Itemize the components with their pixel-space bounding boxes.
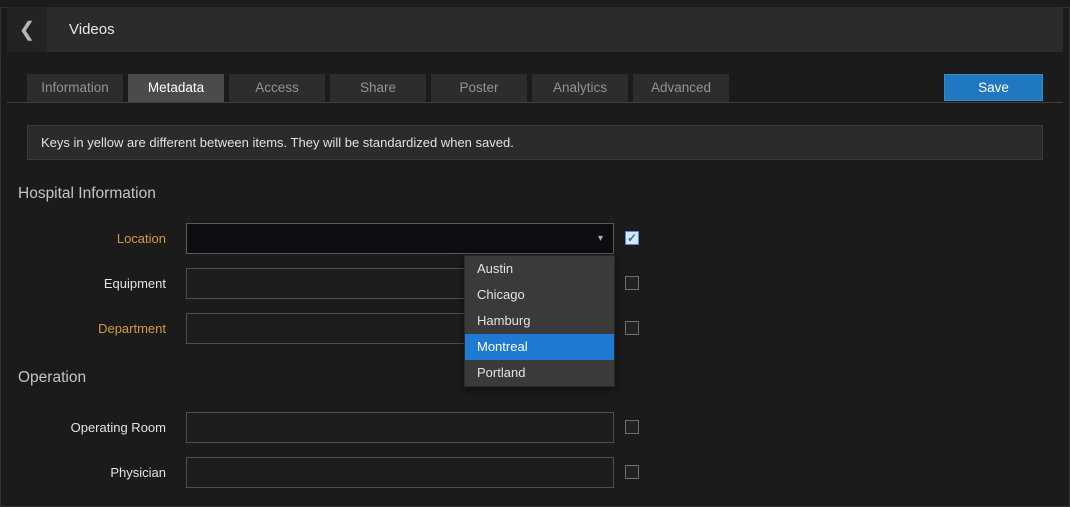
operation-form: Operating Room Physician bbox=[0, 411, 1070, 488]
hospital-information-form: Location ▾ ✓ Austin Chicago Hamburg Mont… bbox=[0, 222, 1070, 344]
tab-information[interactable]: Information bbox=[27, 74, 123, 102]
tab-share[interactable]: Share bbox=[330, 74, 426, 102]
equipment-label: Equipment bbox=[0, 276, 166, 291]
operating-room-checkbox[interactable] bbox=[625, 420, 639, 434]
field-row-location: Location ▾ ✓ Austin Chicago Hamburg Mont… bbox=[0, 222, 1070, 254]
save-button[interactable]: Save bbox=[944, 74, 1043, 101]
back-button[interactable]: ❮ bbox=[7, 7, 47, 52]
tab-analytics[interactable]: Analytics bbox=[532, 74, 628, 102]
operating-room-label: Operating Room bbox=[0, 420, 166, 435]
equipment-checkbox[interactable] bbox=[625, 276, 639, 290]
tab-poster[interactable]: Poster bbox=[431, 74, 527, 102]
page-title: Videos bbox=[69, 21, 115, 38]
dropdown-option-portland[interactable]: Portland bbox=[465, 360, 614, 386]
tab-access[interactable]: Access bbox=[229, 74, 325, 102]
dropdown-option-hamburg[interactable]: Hamburg bbox=[465, 308, 614, 334]
field-row-physician: Physician bbox=[0, 456, 1070, 488]
location-dropdown-menu: Austin Chicago Hamburg Montreal Portland bbox=[464, 255, 615, 387]
operating-room-input[interactable] bbox=[186, 412, 614, 443]
dropdown-option-montreal[interactable]: Montreal bbox=[465, 334, 614, 360]
header: ❮ Videos bbox=[7, 7, 1063, 52]
tab-advanced[interactable]: Advanced bbox=[633, 74, 729, 102]
location-select[interactable]: ▾ bbox=[186, 223, 614, 254]
tab-metadata[interactable]: Metadata bbox=[128, 74, 224, 102]
department-checkbox[interactable] bbox=[625, 321, 639, 335]
physician-label: Physician bbox=[0, 465, 166, 480]
dropdown-option-austin[interactable]: Austin bbox=[465, 256, 614, 282]
notice-banner: Keys in yellow are different between ite… bbox=[27, 125, 1043, 160]
caret-down-icon: ▾ bbox=[598, 233, 603, 244]
physician-checkbox[interactable] bbox=[625, 465, 639, 479]
dropdown-option-chicago[interactable]: Chicago bbox=[465, 282, 614, 308]
location-label: Location bbox=[0, 231, 166, 246]
tab-bar: Information Metadata Access Share Poster… bbox=[7, 74, 1063, 103]
field-row-operating-room: Operating Room bbox=[0, 411, 1070, 443]
department-label: Department bbox=[0, 321, 166, 336]
physician-input[interactable] bbox=[186, 457, 614, 488]
section-title-hospital-information: Hospital Information bbox=[18, 185, 1070, 203]
check-icon: ✓ bbox=[627, 231, 637, 245]
location-checkbox[interactable]: ✓ bbox=[625, 231, 639, 245]
chevron-left-icon: ❮ bbox=[19, 17, 36, 42]
